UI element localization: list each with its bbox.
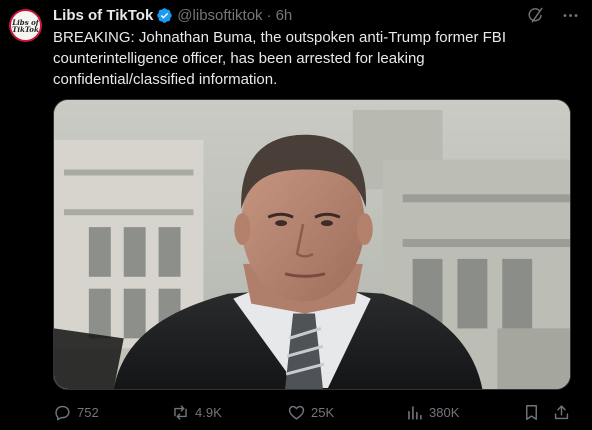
top-actions — [526, 6, 580, 25]
reply-icon — [53, 403, 72, 422]
separator-dot: · — [266, 6, 272, 24]
more-icon[interactable] — [561, 6, 580, 25]
reply-button[interactable]: 752 — [53, 400, 99, 424]
post-timestamp[interactable]: 6h — [276, 7, 293, 24]
post-card[interactable]: Libs of TikTok Libs of TikTok @libsoftik… — [0, 0, 592, 430]
repost-count: 4.9K — [195, 404, 222, 420]
verified-badge-icon[interactable] — [156, 7, 173, 24]
action-bar: 752 4.9K 25K 380K — [53, 400, 573, 424]
avatar-logo-text: Libs of TikTok — [12, 17, 39, 34]
grok-icon[interactable] — [526, 6, 545, 25]
repost-icon — [171, 403, 190, 422]
repost-button[interactable]: 4.9K — [171, 400, 222, 424]
like-count: 25K — [311, 404, 335, 420]
bookmark-button[interactable] — [522, 400, 541, 424]
share-icon — [552, 403, 571, 422]
views-icon — [405, 403, 424, 422]
views-count: 380K — [429, 404, 460, 420]
post-header: Libs of TikTok @libsoftiktok · 6h — [53, 5, 292, 25]
reply-count: 752 — [77, 404, 99, 420]
post-text: BREAKING: Johnathan Buma, the outspoken … — [53, 29, 506, 88]
post-image[interactable] — [53, 99, 571, 390]
like-button[interactable]: 25K — [287, 400, 334, 424]
share-button[interactable] — [552, 400, 571, 424]
bookmark-icon — [522, 403, 541, 422]
like-icon — [287, 403, 306, 422]
video-still-image — [54, 100, 570, 389]
views-button[interactable]: 380K — [405, 400, 459, 424]
display-name[interactable]: Libs of TikTok — [53, 7, 153, 24]
avatar[interactable]: Libs of TikTok — [9, 9, 42, 42]
user-handle[interactable]: @libsoftiktok — [177, 7, 262, 24]
